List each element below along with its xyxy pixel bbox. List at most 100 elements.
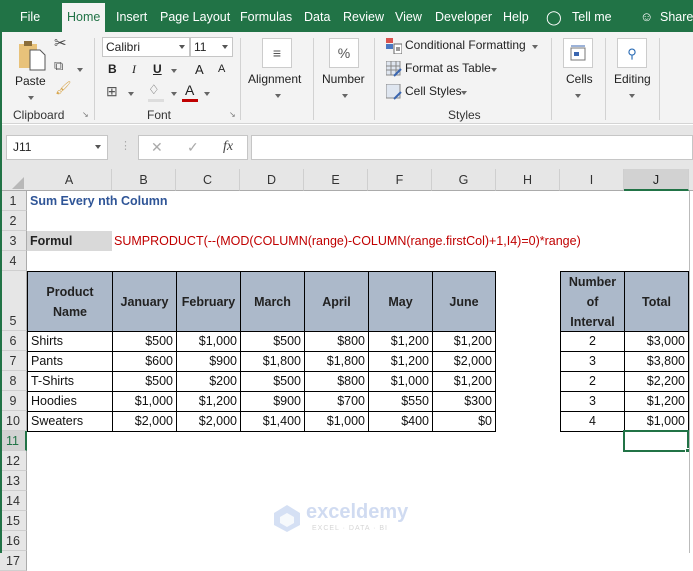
row-header-3[interactable]: 3 (0, 231, 27, 251)
product-name-cell[interactable]: Pants (27, 351, 113, 372)
borders-icon[interactable]: ⊞ (106, 83, 118, 100)
lightbulb-icon[interactable]: ◯ (546, 0, 562, 32)
column-header-j[interactable]: J (624, 169, 689, 191)
editing-dropdown-caret[interactable] (629, 94, 635, 98)
row-header-17[interactable]: 17 (0, 551, 27, 571)
sales-value-cell[interactable]: $1,200 (432, 371, 496, 392)
sales-value-cell[interactable]: $500 (112, 371, 177, 392)
row-header-13[interactable]: 13 (0, 471, 27, 491)
interval-cell[interactable]: 2 (560, 371, 625, 392)
font-color-dropdown-caret[interactable] (204, 92, 210, 96)
format-painter-icon[interactable]: 🖌 (55, 80, 72, 96)
column-header-b[interactable]: B (112, 169, 176, 191)
cells-dropdown-caret[interactable] (575, 94, 581, 98)
sales-value-cell[interactable]: $900 (240, 391, 305, 412)
row-header-15[interactable]: 15 (0, 511, 27, 531)
active-cell-j11[interactable] (623, 430, 689, 452)
product-name-cell[interactable]: Shirts (27, 331, 113, 352)
number-button[interactable]: % (329, 38, 359, 68)
formula-label-cell[interactable]: Formul (27, 231, 112, 251)
header-january[interactable]: January (112, 271, 177, 332)
tab-data[interactable]: Data (304, 0, 330, 32)
header-number-of-interval[interactable]: Number of Interval (560, 271, 625, 332)
formula-bar-grip-icon[interactable]: ⋮ (120, 139, 131, 152)
header-may[interactable]: May (368, 271, 433, 332)
clipboard-launcher-icon[interactable]: ↘ (82, 110, 89, 119)
alignment-button[interactable]: ≡ (262, 38, 292, 68)
increase-font-button[interactable]: A (195, 62, 204, 77)
alignment-dropdown-caret[interactable] (275, 94, 281, 98)
tab-help[interactable]: Help (503, 0, 529, 32)
cell-styles-button[interactable]: Cell Styles (386, 83, 476, 101)
row-header-4[interactable]: 4 (0, 251, 27, 271)
interval-cell[interactable]: 4 (560, 411, 625, 432)
sales-value-cell[interactable]: $1,000 (304, 411, 369, 432)
product-name-cell[interactable]: T-Shirts (27, 371, 113, 392)
sales-value-cell[interactable]: $1,200 (368, 331, 433, 352)
total-cell[interactable]: $3,800 (624, 351, 689, 372)
sales-value-cell[interactable]: $700 (304, 391, 369, 412)
sales-value-cell[interactable]: $1,000 (176, 331, 241, 352)
sales-value-cell[interactable]: $1,800 (240, 351, 305, 372)
sales-value-cell[interactable]: $1,200 (368, 351, 433, 372)
insert-function-button[interactable]: fx (223, 139, 233, 155)
row-header-14[interactable]: 14 (0, 491, 27, 511)
total-cell[interactable]: $1,000 (624, 411, 689, 432)
sales-value-cell[interactable]: $1,200 (432, 331, 496, 352)
column-header-h[interactable]: H (496, 169, 560, 191)
sales-value-cell[interactable]: $1,000 (112, 391, 177, 412)
cells-button[interactable] (563, 38, 593, 68)
paste-dropdown-caret[interactable] (28, 96, 34, 100)
sales-value-cell[interactable]: $0 (432, 411, 496, 432)
product-name-cell[interactable]: Hoodies (27, 391, 113, 412)
borders-dropdown-caret[interactable] (128, 92, 134, 96)
tab-review[interactable]: Review (343, 0, 384, 32)
sales-value-cell[interactable]: $200 (176, 371, 241, 392)
conditional-formatting-button[interactable]: Conditional Formatting (386, 37, 546, 55)
interval-cell[interactable]: 3 (560, 391, 625, 412)
font-size-combo[interactable]: 11 (190, 37, 233, 57)
interval-cell[interactable]: 3 (560, 351, 625, 372)
row-header-10[interactable]: 10 (0, 411, 27, 431)
sales-value-cell[interactable]: $1,400 (240, 411, 305, 432)
total-cell[interactable]: $2,200 (624, 371, 689, 392)
header-june[interactable]: June (432, 271, 496, 332)
sales-value-cell[interactable]: $2,000 (176, 411, 241, 432)
row-header-12[interactable]: 12 (0, 451, 27, 471)
font-color-button[interactable]: A (185, 82, 194, 98)
column-header-d[interactable]: D (240, 169, 304, 191)
paste-button[interactable]: Paste (14, 38, 48, 102)
total-cell[interactable]: $1,200 (624, 391, 689, 412)
sales-value-cell[interactable]: $500 (240, 371, 305, 392)
sales-value-cell[interactable]: $2,000 (112, 411, 177, 432)
sales-value-cell[interactable]: $1,000 (368, 371, 433, 392)
column-header-a[interactable]: A (27, 169, 112, 191)
sales-value-cell[interactable]: $500 (112, 331, 177, 352)
formula-text-cell[interactable]: SUMPRODUCT(--(MOD(COLUMN(range)-COLUMN(r… (114, 231, 581, 251)
select-all-corner[interactable] (0, 169, 27, 191)
tab-formulas[interactable]: Formulas (240, 0, 292, 32)
row-header-9[interactable]: 9 (0, 391, 27, 411)
column-header-g[interactable]: G (432, 169, 496, 191)
sales-value-cell[interactable]: $300 (432, 391, 496, 412)
fill-color-icon[interactable]: ♢ (148, 82, 160, 98)
tab-home[interactable]: Home (62, 3, 106, 32)
sales-value-cell[interactable]: $1,800 (304, 351, 369, 372)
row-header-6[interactable]: 6 (0, 331, 27, 351)
italic-button[interactable]: I (132, 62, 136, 77)
row-header-16[interactable]: 16 (0, 531, 27, 551)
tab-view[interactable]: View (395, 0, 422, 32)
font-launcher-icon[interactable]: ↘ (229, 110, 236, 119)
sales-value-cell[interactable]: $800 (304, 331, 369, 352)
confirm-check-icon[interactable]: ✓ (187, 139, 199, 156)
decrease-font-button[interactable]: A (218, 63, 225, 75)
tab-file[interactable]: File (20, 0, 40, 32)
sales-value-cell[interactable]: $550 (368, 391, 433, 412)
tab-developer[interactable]: Developer (435, 0, 492, 32)
header-february[interactable]: February (176, 271, 241, 332)
cut-icon[interactable]: ✂ (54, 34, 67, 52)
column-header-c[interactable]: C (176, 169, 240, 191)
underline-dropdown-caret[interactable] (171, 69, 177, 73)
sales-value-cell[interactable]: $500 (240, 331, 305, 352)
sales-value-cell[interactable]: $2,000 (432, 351, 496, 372)
